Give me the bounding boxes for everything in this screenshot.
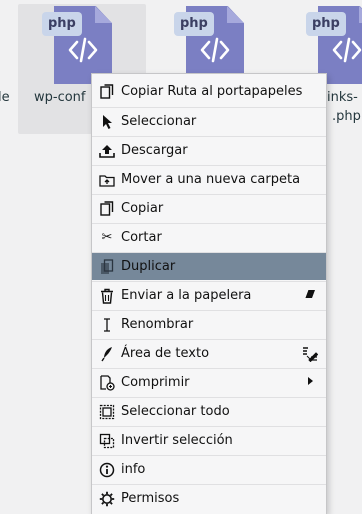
menu-item-compress[interactable]: Comprimir xyxy=(92,368,326,396)
menu-item-trash[interactable]: Enviar a la papelera xyxy=(92,281,326,309)
menu-item-label: info xyxy=(121,462,146,477)
menu-item-invert-selection[interactable]: Invertir selección xyxy=(92,426,326,454)
menu-item-select[interactable]: Seleccionar xyxy=(92,107,326,135)
menu-item-label: Renombrar xyxy=(121,317,194,332)
menu-item-label: Comprimir xyxy=(121,375,190,390)
cursor-icon xyxy=(99,114,115,130)
select-all-icon xyxy=(99,404,115,420)
text-cursor-icon xyxy=(99,317,115,333)
compress-icon xyxy=(99,375,115,391)
menu-item-label: Invertir selección xyxy=(121,433,233,448)
scissors-icon: ✂ xyxy=(101,230,113,245)
file-name: le xyxy=(0,90,10,105)
menu-item-label: Duplicar xyxy=(121,259,176,274)
trash-icon xyxy=(99,288,115,304)
menu-item-label: Copiar Ruta al portapapeles xyxy=(121,84,303,99)
php-badge: php xyxy=(42,12,82,36)
menu-item-label: Cortar xyxy=(121,230,162,245)
gear-icon xyxy=(99,491,115,507)
menu-item-text-area[interactable]: Área de texto xyxy=(92,339,326,367)
menu-item-label: Permisos xyxy=(121,491,180,506)
menu-item-label: Seleccionar todo xyxy=(121,404,230,419)
invert-selection-icon xyxy=(99,433,115,449)
chevron-right-icon xyxy=(302,375,318,391)
php-badge: php xyxy=(174,12,214,36)
copy-icon xyxy=(99,201,115,217)
duplicate-icon xyxy=(99,259,115,275)
file-name: wp-conf xyxy=(34,90,86,105)
menu-item-download[interactable]: Descargar xyxy=(92,136,326,164)
menu-item-duplicate[interactable]: Duplicar xyxy=(92,252,326,280)
info-icon xyxy=(99,462,115,478)
file-name-line2: .php xyxy=(332,109,361,124)
menu-item-label: Enviar a la papelera xyxy=(121,288,252,303)
move-folder-icon xyxy=(99,172,115,188)
file-name-line1: inks- xyxy=(327,90,358,105)
menu-item-copy-path[interactable]: Copiar Ruta al portapapeles xyxy=(92,78,326,106)
eraser-icon xyxy=(302,288,318,304)
menu-item-rename[interactable]: Renombrar xyxy=(92,310,326,338)
menu-item-select-all[interactable]: Seleccionar todo xyxy=(92,397,326,425)
menu-item-label: Descargar xyxy=(121,143,188,158)
download-icon xyxy=(99,143,115,159)
menu-item-label: Seleccionar xyxy=(121,114,197,129)
menu-item-copy[interactable]: Copiar xyxy=(92,194,326,222)
menu-item-cut[interactable]: ✂ Cortar xyxy=(92,223,326,251)
menu-item-move-folder[interactable]: Mover a una nueva carpeta xyxy=(92,165,326,193)
php-badge: php xyxy=(306,12,346,36)
menu-item-label: Mover a una nueva carpeta xyxy=(121,172,301,187)
text-edit-icon xyxy=(302,346,319,363)
menu-item-label: Copiar xyxy=(121,201,164,216)
context-menu: Copiar Ruta al portapapeles Seleccionar … xyxy=(91,73,327,514)
copy-icon xyxy=(99,84,115,100)
menu-item-info[interactable]: info xyxy=(92,455,326,483)
menu-item-permissions[interactable]: Permisos xyxy=(92,484,326,512)
feather-icon xyxy=(99,346,115,362)
menu-item-label: Área de texto xyxy=(121,346,210,361)
